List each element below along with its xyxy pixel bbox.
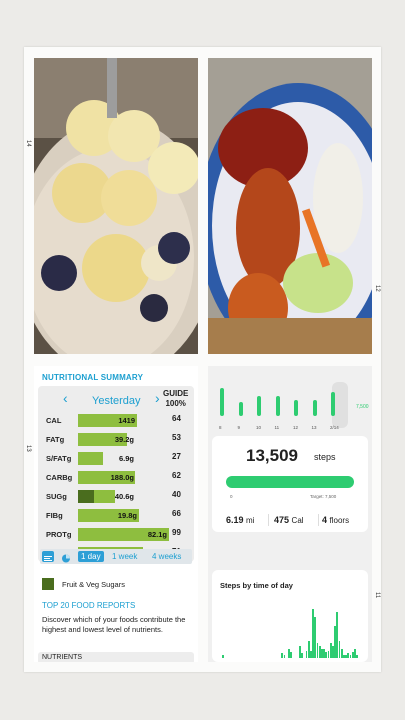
previous-day-button[interactable]: ‹ <box>63 390 68 406</box>
floors-value: 4 <box>322 515 328 525</box>
guide-label: GUIDE <box>163 389 189 398</box>
day-step-bar[interactable] <box>275 396 280 416</box>
progress-start-label: 0 <box>230 494 233 499</box>
nutrition-summary-title: NUTRITIONAL SUMMARY <box>42 373 144 382</box>
nutrient-label: CARBg <box>46 473 73 482</box>
porridge-photo <box>34 58 198 354</box>
food-reports-link[interactable]: TOP 20 FOOD REPORTS <box>42 601 135 610</box>
floors-unit: floors <box>329 516 350 525</box>
hourly-step-bar <box>222 655 224 658</box>
distance-unit: mi <box>246 516 255 525</box>
nutrient-row: CARBg 188.0g 62 <box>44 471 188 485</box>
nutrient-guide-percent: 99 <box>172 528 181 537</box>
nutrient-label: SUGg <box>46 492 67 501</box>
step-tracker-screen: 7,500 8 9 10 11 12 13 2/14 13,509 steps 0 Targ… <box>208 366 372 662</box>
floors-stat: 4 floors <box>322 515 349 525</box>
hourly-step-bar <box>290 652 292 658</box>
legend-label: Fruit & Veg Sugars <box>62 580 125 589</box>
bar-chart-icon[interactable] <box>42 551 54 562</box>
range-1-day[interactable]: 1 day <box>78 551 104 562</box>
nutrient-value: 1419 <box>118 416 135 425</box>
steps-summary-card: 13,509 steps 0 Target: 7,500 6.19 mi 475… <box>212 436 368 532</box>
range-4-weeks[interactable]: 4 weeks <box>152 551 181 562</box>
calories-stat: 475 Cal <box>274 515 304 525</box>
day-label: 11 <box>274 425 280 430</box>
day-step-bar[interactable] <box>331 392 335 416</box>
nutrient-value: 19.8g <box>117 511 137 520</box>
day-step-bar[interactable] <box>238 402 243 416</box>
hourly-step-bar <box>356 655 358 658</box>
step-unit: steps <box>314 452 336 462</box>
guide-percent: 100% <box>165 399 186 408</box>
edge-mark: 11 <box>374 592 380 599</box>
day-label: 10 <box>256 425 262 430</box>
pie-chart-icon[interactable] <box>60 551 72 563</box>
nutrition-summary-screen: NUTRITIONAL SUMMARY ‹ Yesterday › GUIDE … <box>34 366 198 662</box>
steps-by-time-title: Steps by time of day <box>220 581 293 590</box>
nutrient-guide-percent: 64 <box>172 414 181 423</box>
progress-target-label: Target: 7,500 <box>310 494 337 499</box>
day-label: 12 <box>293 425 299 430</box>
calories-unit: Cal <box>291 516 304 525</box>
nutrient-label: FATg <box>46 435 65 444</box>
hourly-step-bar <box>283 655 286 658</box>
day-label: 8 <box>219 425 222 430</box>
nutrient-label: S/FATg <box>46 454 72 463</box>
day-step-bar[interactable] <box>312 400 317 416</box>
distance-stat: 6.19 mi <box>226 515 255 525</box>
food-reports-description: Discover which of your foods contribute … <box>42 615 186 634</box>
day-label: 2/14 <box>330 425 339 430</box>
guide-header: GUIDE 100% <box>163 389 188 409</box>
nutrients-tab[interactable]: NUTRIENTS <box>38 652 194 662</box>
nutrient-label: PROTg <box>46 530 72 539</box>
fruit-veg-sugar-bar <box>78 490 94 503</box>
daily-steps-chart[interactable]: 7,500 8 9 10 11 12 13 2/14 <box>212 370 369 430</box>
distance-value: 6.19 <box>226 515 244 525</box>
nutrient-row: FATg 39.2g 53 <box>44 433 188 447</box>
tandoori-photo <box>208 58 372 354</box>
nutrient-label: FIBg <box>46 511 63 520</box>
nutrient-value: 188.0g <box>110 473 134 482</box>
next-day-button[interactable]: › <box>155 390 160 406</box>
nutrient-guide-percent: 40 <box>172 490 181 499</box>
nutrient-row: CAL 1419 64 <box>44 414 188 428</box>
calories-value: 475 <box>274 515 290 525</box>
edge-mark: 13 <box>25 445 31 452</box>
day-step-bar[interactable] <box>220 388 224 416</box>
day-step-bar[interactable] <box>294 400 298 416</box>
edge-mark: 14 <box>25 140 31 147</box>
divider <box>318 514 319 526</box>
steps-by-time-card[interactable]: Steps by time of day <box>212 570 368 662</box>
edge-mark: 12 <box>374 285 380 292</box>
period-label: Yesterday <box>92 395 141 407</box>
nutrient-guide-percent: 66 <box>172 509 181 518</box>
nutrient-guide-percent: 53 <box>172 433 181 442</box>
nutrient-label: CAL <box>46 416 62 425</box>
legend-swatch <box>42 578 54 590</box>
range-1-week[interactable]: 1 week <box>112 551 137 562</box>
day-step-bar[interactable] <box>257 396 261 416</box>
nutrient-value: 39.2g <box>114 435 134 444</box>
nutrient-value: 82.1g <box>147 530 167 539</box>
step-progress-bar <box>226 476 354 488</box>
nutrient-guide-percent: 27 <box>172 452 181 461</box>
nutrient-row: FIBg 19.8g 66 <box>44 509 188 523</box>
nutrient-row: PROTg 82.1g 99 <box>44 528 188 542</box>
nutrient-guide-percent: 62 <box>172 471 181 480</box>
target-line-label: 7,500 <box>356 404 369 410</box>
nutrient-value: 6.9g <box>118 454 134 463</box>
range-selector: 1 day 1 week 4 weeks <box>40 549 192 564</box>
hourly-step-bar <box>301 653 303 658</box>
step-count: 13,509 <box>246 446 298 465</box>
day-label: 9 <box>237 425 241 430</box>
nutrient-row: SUGg 40.6g 40 <box>44 490 188 504</box>
nutrition-card: ‹ Yesterday › GUIDE 100% CAL 1419 64 FATg 39… <box>38 386 194 562</box>
divider <box>268 514 269 526</box>
day-label: 13 <box>311 425 317 430</box>
nutrient-row: S/FATg 6.9g 27 <box>44 452 188 466</box>
nutrient-value: 40.6g <box>114 492 134 501</box>
